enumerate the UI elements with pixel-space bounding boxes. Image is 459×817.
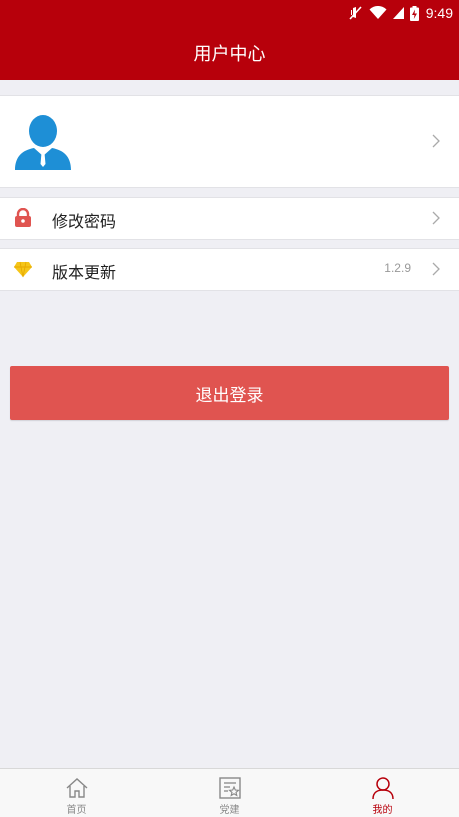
status-bar: 9:49 (0, 0, 459, 26)
tab-party-building[interactable]: 党建 (153, 769, 306, 817)
status-icons: 9:49 (348, 3, 453, 23)
diamond-icon (14, 261, 32, 278)
chevron-right-icon (432, 262, 440, 276)
logout-button[interactable]: 退出登录 (10, 366, 449, 420)
status-time: 9:49 (425, 5, 453, 21)
tab-label: 我的 (372, 805, 393, 816)
page-title: 用户中心 (193, 44, 266, 65)
tab-mine[interactable]: 我的 (306, 769, 459, 817)
menu-item-label: 版本更新 (52, 263, 117, 282)
tab-label: 首页 (66, 805, 87, 816)
chevron-right-icon (432, 211, 440, 225)
wifi-icon (369, 6, 387, 19)
avatar-icon (15, 115, 71, 170)
chevron-right-icon (432, 134, 440, 148)
menu-item-change-password[interactable]: 修改密码 (0, 197, 459, 240)
lock-icon (15, 208, 31, 227)
person-icon (371, 777, 394, 800)
menu-item-label: 修改密码 (52, 212, 117, 231)
app-header: 用户中心 (0, 26, 459, 80)
profile-card[interactable] (0, 95, 459, 188)
document-star-icon (218, 777, 241, 799)
menu-item-version-update[interactable]: 版本更新 1.2.9 (0, 248, 459, 291)
tab-label: 党建 (219, 805, 240, 816)
home-icon (66, 778, 87, 798)
bottom-tab-bar: 首页 党建 我的 (0, 768, 459, 817)
signal-icon (392, 7, 404, 19)
battery-icon (409, 5, 419, 21)
mute-icon (349, 6, 362, 20)
tab-home[interactable]: 首页 (0, 769, 153, 817)
version-number: 1.2.9 (384, 261, 411, 275)
